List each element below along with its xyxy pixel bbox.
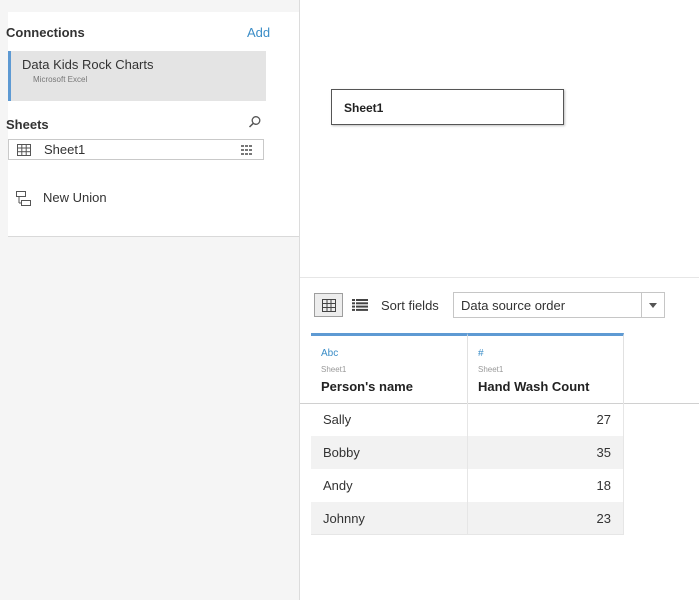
connections-title: Connections [6,25,85,40]
connection-item[interactable]: Data Kids Rock Charts Microsoft Excel [8,51,266,101]
cell-hand-wash-count: 23 [468,502,624,535]
sort-fields-select[interactable]: Data source order [453,292,665,318]
cell-hand-wash-count: 27 [468,403,624,436]
cell-hand-wash-count: 35 [468,436,624,469]
canvas-table-label: Sheet1 [344,101,384,115]
column-title: Hand Wash Count [478,379,590,394]
grid-icon [241,145,252,155]
number-type-icon[interactable]: # [478,348,484,359]
search-icon[interactable] [248,115,262,129]
connection-type: Microsoft Excel [33,75,88,84]
toolbar-divider [300,277,699,278]
cell-person-name: Andy [311,469,468,502]
cell-person-name: Bobby [311,436,468,469]
column-source: Sheet1 [321,365,347,374]
table-row: Sally 27 [311,403,624,436]
table-row: Johnny 23 [311,502,624,535]
string-type-icon[interactable]: Abc [321,348,338,359]
table-row: Andy 18 [311,469,624,502]
column-header-person-name[interactable]: Abc Sheet1 Person's name [311,333,468,403]
column-title: Person's name [321,379,413,394]
table-row: Bobby 35 [311,436,624,469]
new-union-label: New Union [43,190,107,205]
cell-hand-wash-count: 18 [468,469,624,502]
canvas-table-sheet1[interactable]: Sheet1 [331,89,564,125]
list-view-icon [352,299,368,311]
data-source-sidebar: Connections Add Data Kids Rock Charts Mi… [0,0,300,600]
column-source: Sheet1 [478,365,504,374]
chevron-down-icon[interactable] [641,293,664,317]
column-header-hand-wash-count[interactable]: # Sheet1 Hand Wash Count [468,333,624,403]
grid-view-button[interactable] [314,293,343,317]
sort-fields-label: Sort fields [381,298,439,313]
sheet-item-label: Sheet1 [44,142,86,157]
cell-person-name: Johnny [311,502,468,535]
list-view-button[interactable] [348,293,372,317]
table-icon [17,144,31,156]
sheet-item-sheet1[interactable]: Sheet1 [8,139,264,160]
connection-name: Data Kids Rock Charts [22,57,154,72]
add-connection-link[interactable]: Add [247,25,270,40]
sort-fields-value: Data source order [461,298,566,313]
sheets-title: Sheets [6,117,49,132]
cell-person-name: Sally [311,403,468,436]
union-icon [16,191,31,206]
grid-view-icon [322,299,336,312]
